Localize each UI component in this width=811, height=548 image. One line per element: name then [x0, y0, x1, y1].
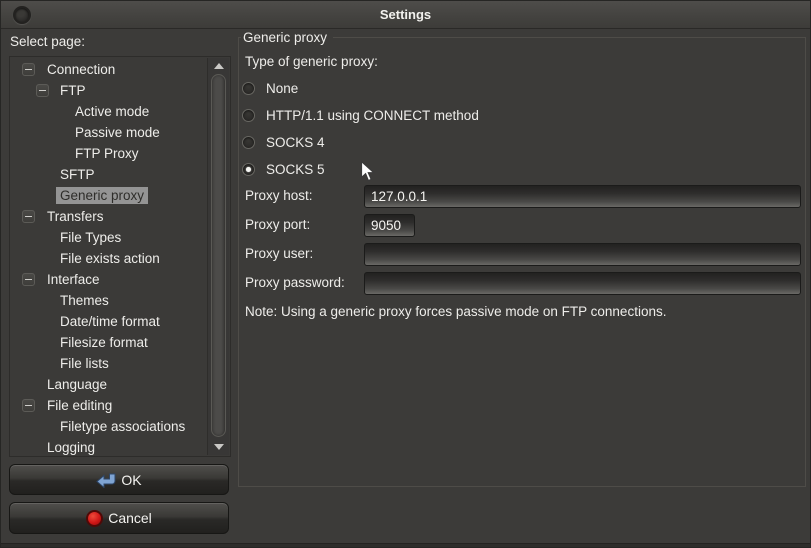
scroll-down-icon[interactable]	[214, 444, 224, 450]
selected-tree-item: Generic proxy	[56, 187, 148, 204]
proxy-user-label: Proxy user:	[245, 246, 313, 261]
note-text: Note: Using a generic proxy forces passi…	[245, 304, 666, 319]
tree-item-logging[interactable]: Logging	[11, 437, 206, 458]
tree-item-file-editing[interactable]: File editing	[11, 395, 206, 416]
proxy-port-input[interactable]	[364, 214, 415, 237]
tree-item-ftp[interactable]: FTP	[11, 80, 206, 101]
scroll-up-icon[interactable]	[214, 63, 224, 69]
collapse-icon[interactable]	[22, 210, 35, 223]
tree-item-interface[interactable]: Interface	[11, 269, 206, 290]
proxy-password-label: Proxy password:	[245, 275, 345, 290]
tree-item-passive-mode[interactable]: Passive mode	[11, 122, 206, 143]
tree-item-file-types[interactable]: File Types	[11, 227, 206, 248]
group-title: Generic proxy	[241, 30, 333, 45]
cancel-button[interactable]: Cancel	[9, 502, 229, 534]
radio-icon[interactable]	[242, 109, 255, 122]
radio-http-connect[interactable]: HTTP/1.1 using CONNECT method	[242, 106, 479, 124]
tree-item-ftp-proxy[interactable]: FTP Proxy	[11, 143, 206, 164]
generic-proxy-group: Generic proxy Type of generic proxy: Non…	[238, 30, 806, 487]
ok-button-label: OK	[121, 472, 141, 488]
tree-item-filesize-format[interactable]: Filesize format	[11, 332, 206, 353]
tree-item-filetype-associations[interactable]: Filetype associations	[11, 416, 206, 437]
proxy-port-row: Proxy port:	[245, 214, 799, 237]
proxy-host-input[interactable]	[364, 185, 801, 208]
proxy-host-label: Proxy host:	[245, 188, 313, 203]
tree-item-file-lists[interactable]: File lists	[11, 353, 206, 374]
proxy-password-row: Proxy password:	[245, 272, 799, 295]
collapse-icon[interactable]	[36, 84, 49, 97]
proxy-host-row: Proxy host:	[245, 185, 799, 208]
window-title: Settings	[1, 1, 810, 29]
radio-icon[interactable]	[242, 136, 255, 149]
tree-item-language[interactable]: Language	[11, 374, 206, 395]
tree-item-themes[interactable]: Themes	[11, 290, 206, 311]
collapse-icon[interactable]	[22, 273, 35, 286]
radio-socks5[interactable]: SOCKS 5	[242, 160, 325, 178]
proxy-user-row: Proxy user:	[245, 243, 799, 266]
scrollbar-thumb[interactable]	[211, 74, 226, 437]
tree-item-active-mode[interactable]: Active mode	[11, 101, 206, 122]
collapse-icon[interactable]	[22, 63, 35, 76]
tree-item-generic-proxy[interactable]: Generic proxy	[11, 185, 206, 206]
enter-arrow-icon	[96, 472, 116, 488]
stop-icon	[86, 510, 103, 527]
tree-item-file-exists-action[interactable]: File exists action	[11, 248, 206, 269]
tree-item-transfers[interactable]: Transfers	[11, 206, 206, 227]
tree-rows: Connection FTP Active mode Passive mode …	[11, 59, 206, 458]
tree-item-sftp[interactable]: SFTP	[11, 164, 206, 185]
tree-item-datetime-format[interactable]: Date/time format	[11, 311, 206, 332]
proxy-type-label: Type of generic proxy:	[245, 54, 378, 69]
radio-selected-icon[interactable]	[242, 163, 255, 176]
tree-item-connection[interactable]: Connection	[11, 59, 206, 80]
cancel-button-label: Cancel	[108, 510, 152, 526]
proxy-user-input[interactable]	[364, 243, 801, 266]
radio-socks4[interactable]: SOCKS 4	[242, 133, 325, 151]
page-tree: Connection FTP Active mode Passive mode …	[9, 56, 231, 457]
ok-button[interactable]: OK	[9, 464, 229, 495]
proxy-password-input[interactable]	[364, 272, 801, 295]
settings-window: Settings Select page: Connection FTP Act…	[0, 0, 811, 548]
radio-icon[interactable]	[242, 82, 255, 95]
radio-none[interactable]: None	[242, 79, 298, 97]
proxy-port-label: Proxy port:	[245, 217, 310, 232]
tree-scrollbar[interactable]	[207, 58, 229, 455]
collapse-icon[interactable]	[22, 399, 35, 412]
select-page-label: Select page:	[10, 34, 85, 49]
window-bottom-edge	[1, 543, 810, 547]
titlebar: Settings	[1, 1, 810, 29]
